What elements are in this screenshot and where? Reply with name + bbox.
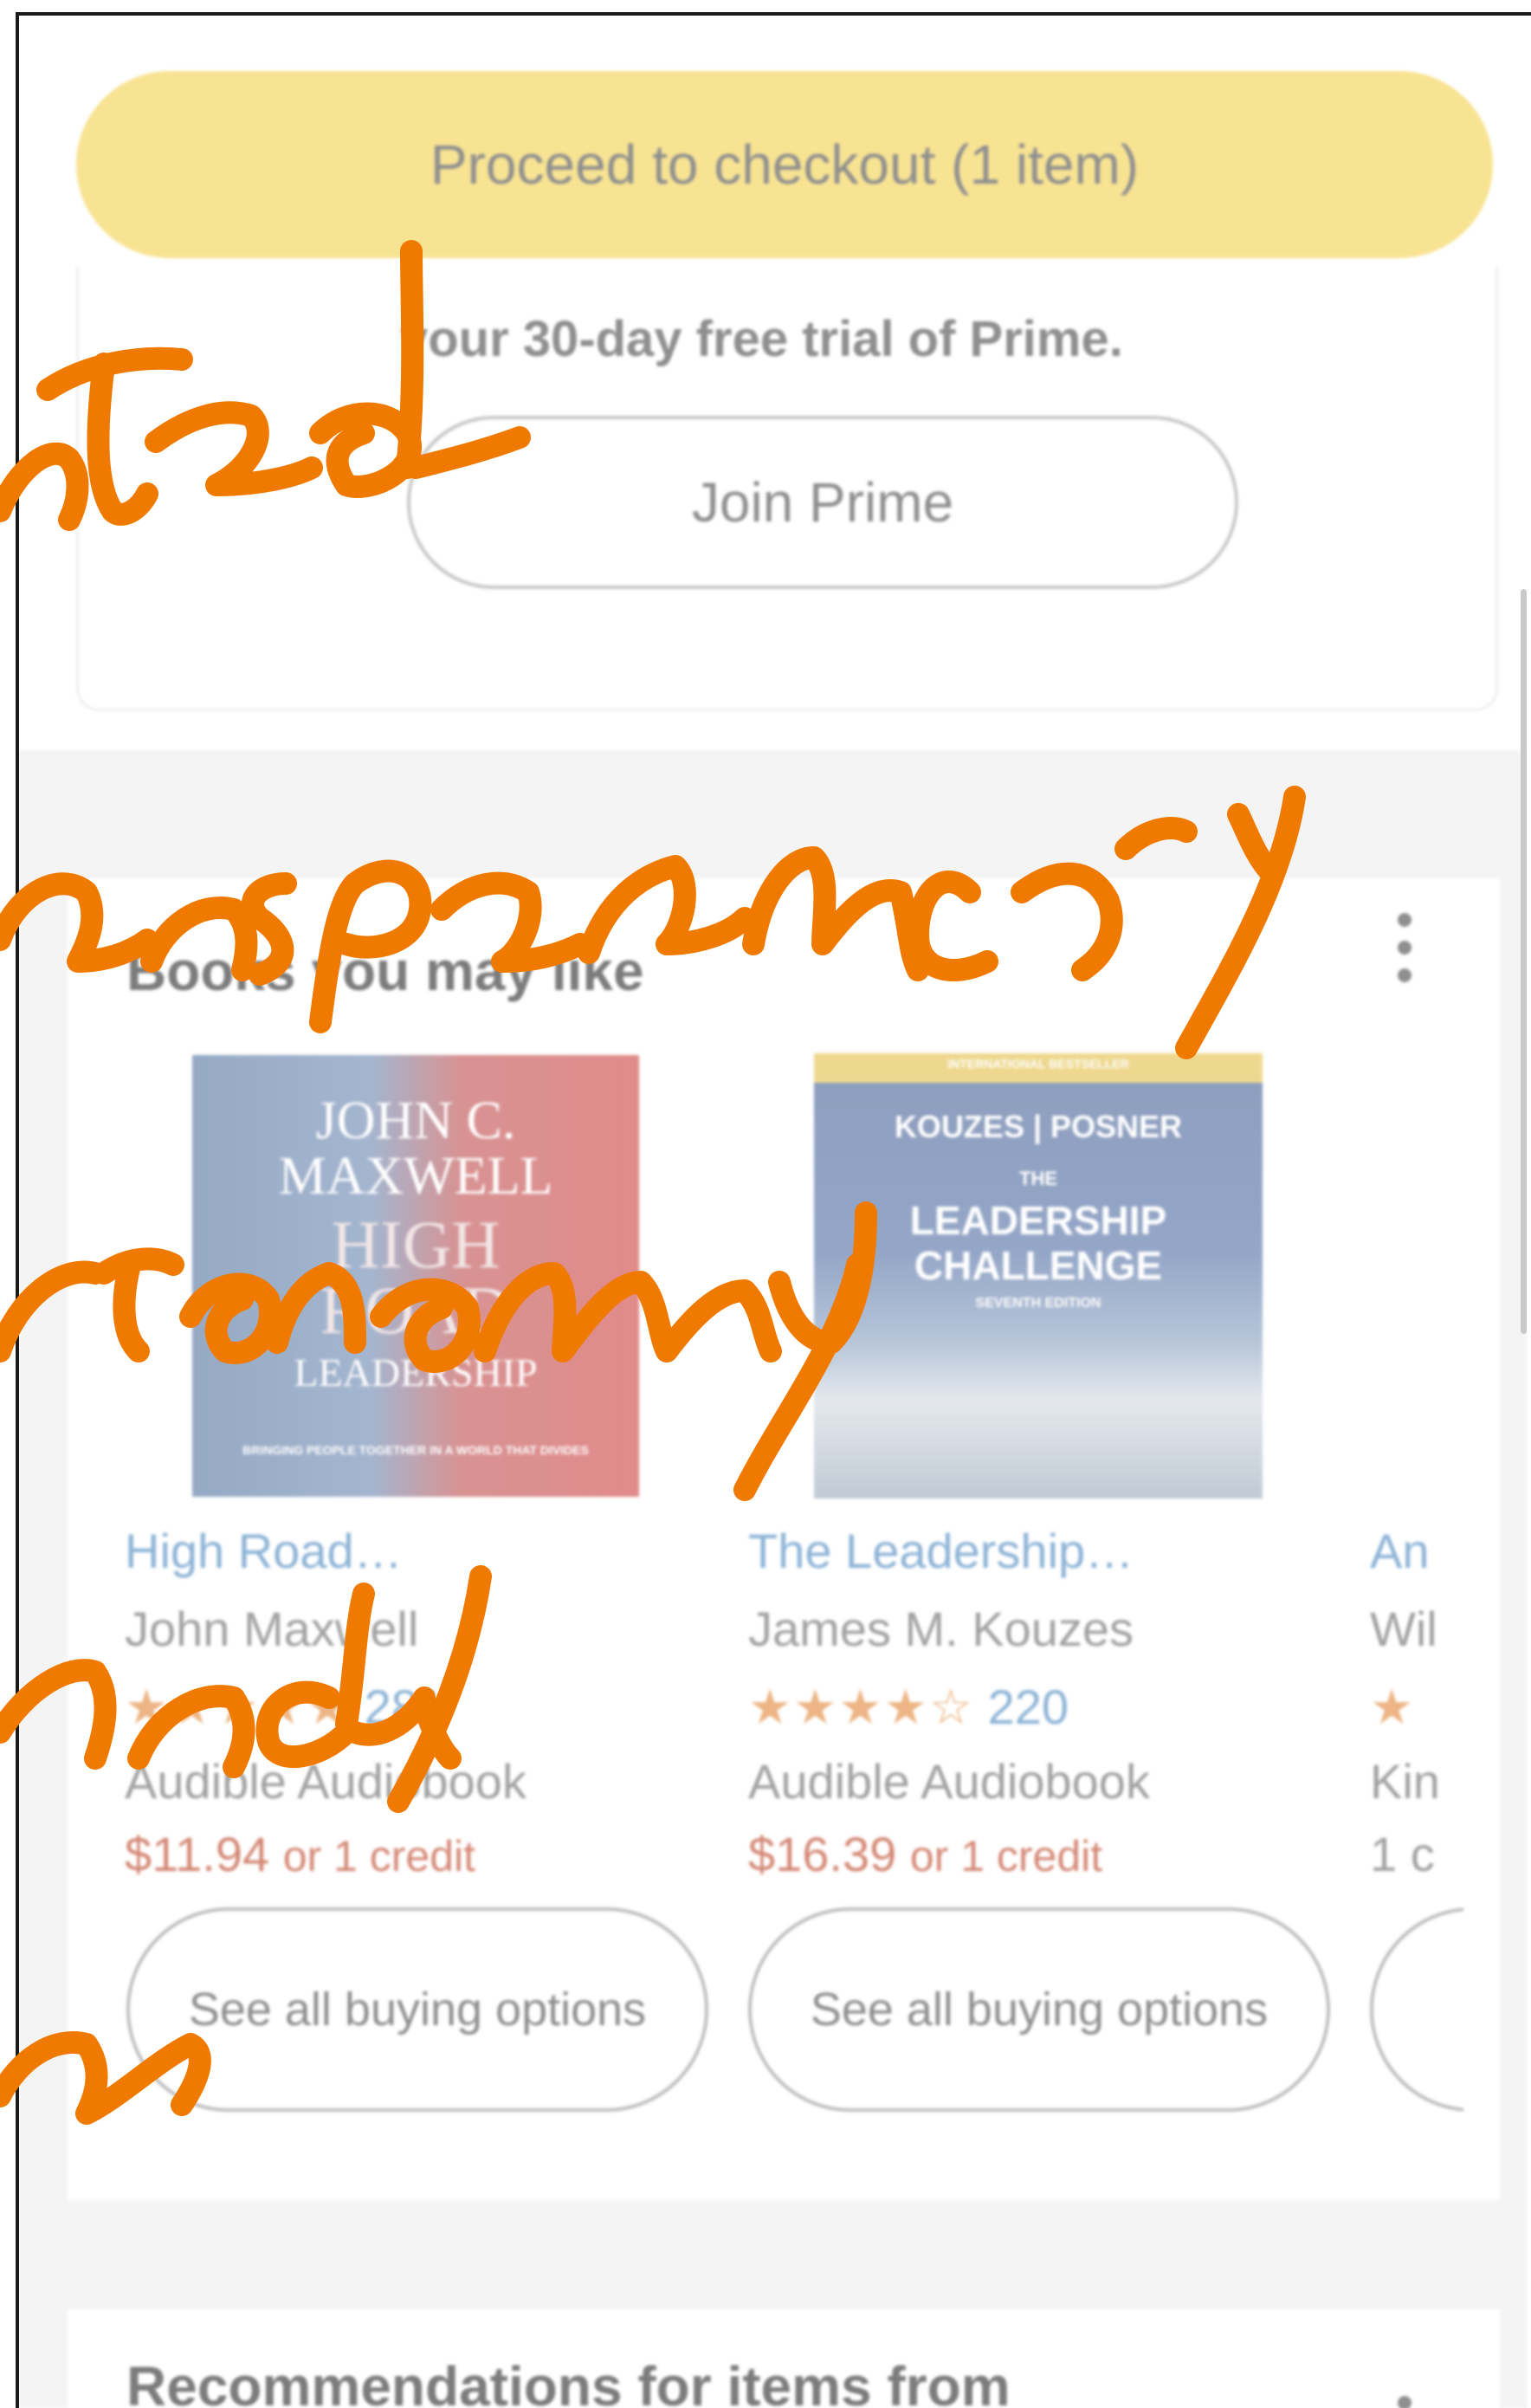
handwritten-annotations	[0, 240, 1306, 2125]
handwriting-word-n	[0, 2031, 211, 2125]
handwriting-word-ansparency	[0, 786, 1306, 1059]
handwriting-word-ndy	[0, 1565, 492, 1813]
handwriting-word-tonomy	[0, 1201, 877, 1501]
handwriting-word-ntrol	[0, 240, 531, 531]
